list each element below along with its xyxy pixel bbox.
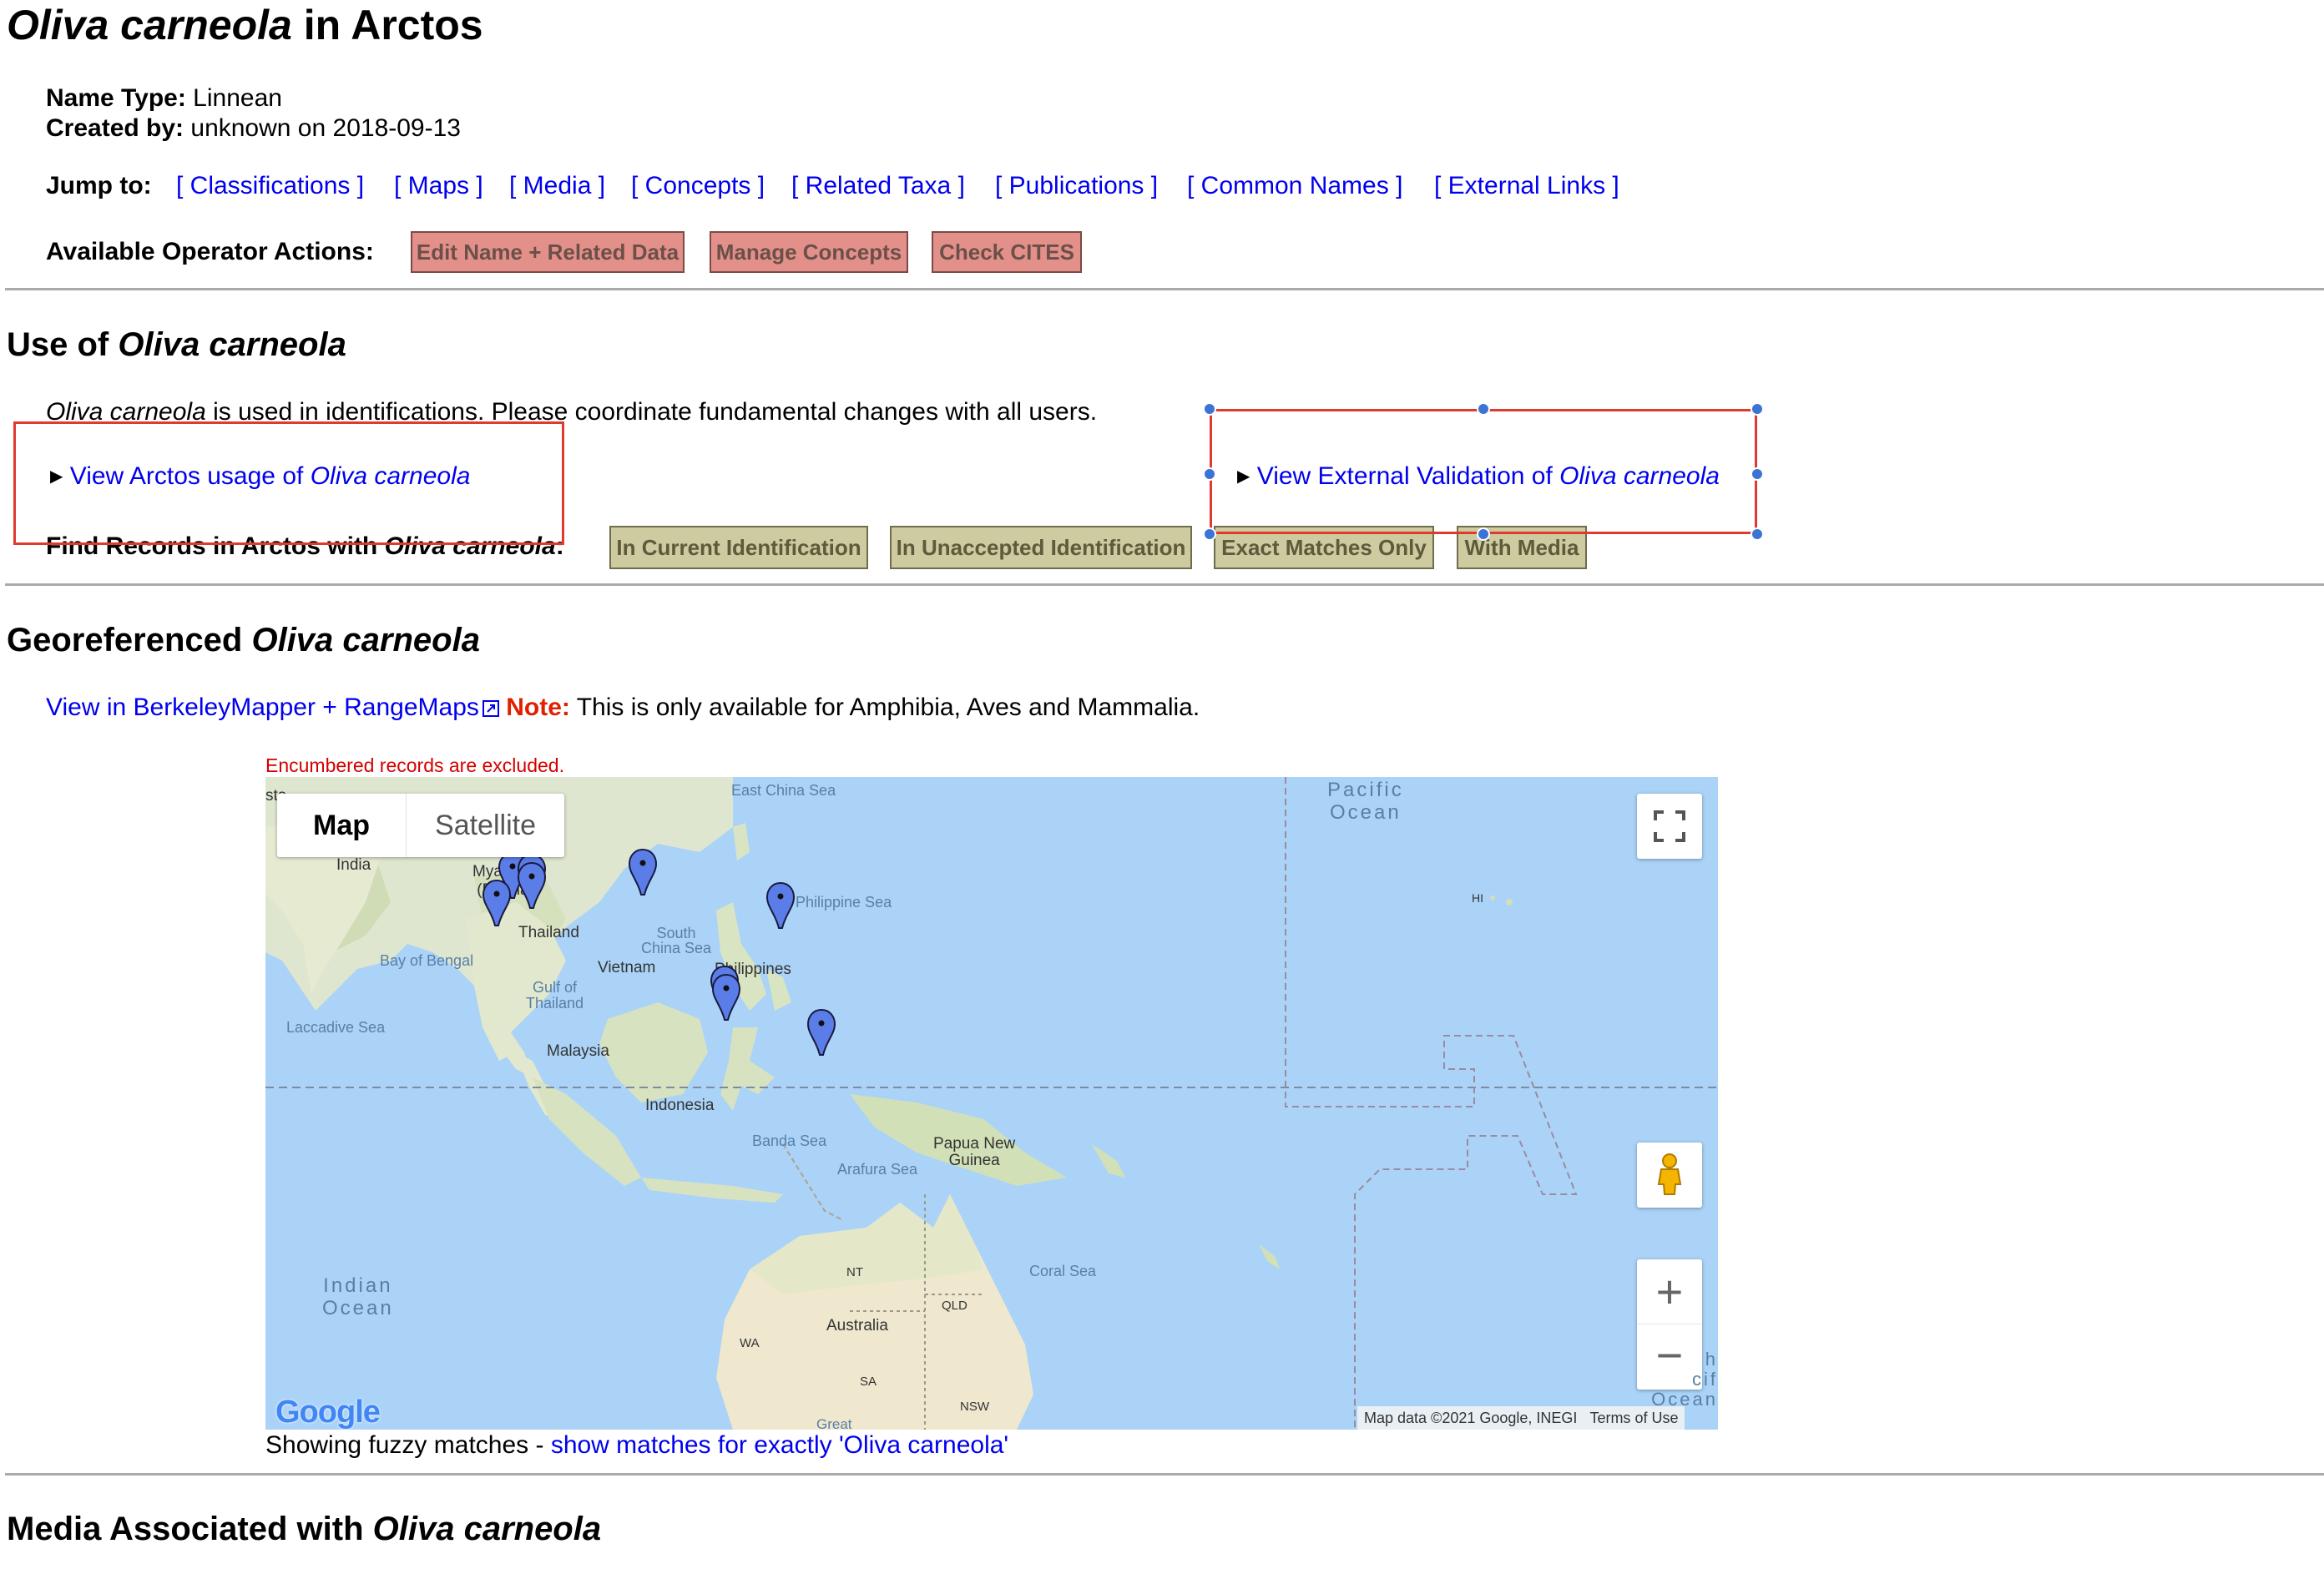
map-attribution: Map data ©2021 Google, INEGI Terms of Us… <box>1357 1406 1685 1430</box>
resize-handle[interactable] <box>1751 467 1764 481</box>
sea-label: Coral Sea <box>1029 1263 1097 1279</box>
map-label: Indonesia <box>645 1097 715 1114</box>
map-label: Australia <box>826 1317 888 1334</box>
ocean-label: h cif Ocean <box>1651 1349 1718 1410</box>
section-divider <box>5 288 2324 290</box>
berkeleymapper-link[interactable]: View in BerkeleyMapper + RangeMaps <box>46 694 479 721</box>
mapper-line: View in BerkeleyMapper + RangeMaps Note:… <box>46 693 1200 723</box>
resize-handle[interactable] <box>1751 527 1764 541</box>
resize-handle[interactable] <box>1203 402 1216 416</box>
resize-handle[interactable] <box>1751 402 1764 416</box>
map-label: QLD <box>942 1299 967 1313</box>
resize-handle[interactable] <box>1203 527 1216 541</box>
check-cites-button[interactable]: Check CITES <box>932 231 1082 273</box>
sea-label: Bay of Bengal <box>380 952 474 969</box>
manage-concepts-button[interactable]: Manage Concepts <box>710 231 908 273</box>
map-label: SA <box>860 1375 877 1389</box>
page-title: Oliva carneola in Arctos <box>7 2 483 48</box>
fullscreen-button[interactable] <box>1637 794 1702 859</box>
google-map[interactable]: India Myanmar (Burma) Thailand Vietnam P… <box>265 777 1718 1430</box>
exact-matches-link[interactable]: show matches for exactly 'Oliva carneola… <box>551 1431 1008 1459</box>
resize-handle[interactable] <box>1477 527 1490 541</box>
jump-related-taxa-link[interactable]: [ Related Taxa ] <box>791 171 965 201</box>
fullscreen-icon <box>1654 810 1685 842</box>
map-marker-icon[interactable] <box>805 1007 838 1057</box>
sea-label: Arafura Sea <box>837 1161 918 1178</box>
google-logo: Google <box>275 1395 381 1430</box>
map-label: Thailand <box>518 924 579 941</box>
map-label: NSW <box>960 1400 989 1414</box>
jump-concepts-link[interactable]: [ Concepts ] <box>631 171 765 201</box>
map-type-map-button[interactable]: Map <box>277 794 407 857</box>
unaccepted-identification-button[interactable]: In Unaccepted Identification <box>890 526 1192 569</box>
section-divider <box>5 1473 2324 1476</box>
sea-label: South China Sea <box>641 925 712 956</box>
street-view-pegman[interactable] <box>1637 1143 1702 1208</box>
map-label: Vietnam <box>598 959 656 976</box>
jump-classifications-link[interactable]: [ Classifications ] <box>176 171 364 201</box>
map-marker-icon[interactable] <box>626 847 659 897</box>
map-marker-icon[interactable] <box>515 860 548 911</box>
operator-actions-label: Available Operator Actions: <box>46 238 374 265</box>
note-label: Note: <box>506 694 570 721</box>
map-label: Great <box>816 1416 852 1430</box>
sea-label: Laccadive Sea <box>286 1019 386 1036</box>
map-label: Papua New Guinea <box>933 1135 1016 1169</box>
encumbered-note: Encumbered records are excluded. <box>265 754 564 776</box>
ocean-label: Indian Ocean <box>322 1274 394 1319</box>
map-marker-icon[interactable] <box>764 880 797 931</box>
sea-label: Banda Sea <box>752 1133 827 1149</box>
media-heading: Media Associated with Oliva carneola <box>7 1511 602 1547</box>
sea-label: Gulf of Thailand <box>526 979 584 1012</box>
map-type-satellite-button[interactable]: Satellite <box>407 794 564 857</box>
name-type: Name Type: Linnean <box>46 84 282 112</box>
map-marker-icon[interactable] <box>710 972 743 1022</box>
annotation-box-right[interactable] <box>1210 409 1757 534</box>
jump-maps-link[interactable]: [ Maps ] <box>394 171 483 201</box>
map-label: WA <box>740 1336 760 1350</box>
zoom-in-button[interactable]: + <box>1637 1259 1702 1324</box>
current-identification-button[interactable]: In Current Identification <box>609 526 868 569</box>
fuzzy-matches-line: Showing fuzzy matches - show matches for… <box>265 1431 1009 1459</box>
external-link-icon[interactable] <box>482 700 499 717</box>
annotation-box-left <box>13 421 564 545</box>
ocean-label: Pacific Ocean <box>1327 779 1404 824</box>
jump-media-link[interactable]: [ Media ] <box>509 171 605 201</box>
jump-external-links-link[interactable]: [ External Links ] <box>1434 171 1619 201</box>
terms-of-use-link[interactable]: Terms of Use <box>1589 1410 1678 1426</box>
pegman-icon <box>1657 1153 1682 1195</box>
map-label: Malaysia <box>547 1042 609 1060</box>
resize-handle[interactable] <box>1203 467 1216 481</box>
jump-common-names-link[interactable]: [ Common Names ] <box>1187 171 1402 201</box>
map-type-control: Map Satellite <box>277 794 564 857</box>
georef-heading: Georeferenced Oliva carneola <box>7 622 480 658</box>
edit-name-button[interactable]: Edit Name + Related Data <box>411 231 685 273</box>
jump-to-label: Jump to: <box>46 172 152 199</box>
map-label: HI <box>1472 891 1483 905</box>
resize-handle[interactable] <box>1477 402 1490 416</box>
map-label: NT <box>846 1265 863 1279</box>
jump-publications-link[interactable]: [ Publications ] <box>995 171 1158 201</box>
map-label: India <box>336 856 371 874</box>
section-divider <box>5 583 2324 586</box>
use-heading: Use of Oliva carneola <box>7 326 346 363</box>
note-text: This is only available for Amphibia, Ave… <box>569 694 1200 721</box>
sea-label: East China Sea <box>731 782 836 799</box>
map-marker-icon[interactable] <box>480 878 513 928</box>
created-by: Created by: unknown on 2018-09-13 <box>46 114 461 142</box>
sea-label: Philippine Sea <box>796 894 892 911</box>
